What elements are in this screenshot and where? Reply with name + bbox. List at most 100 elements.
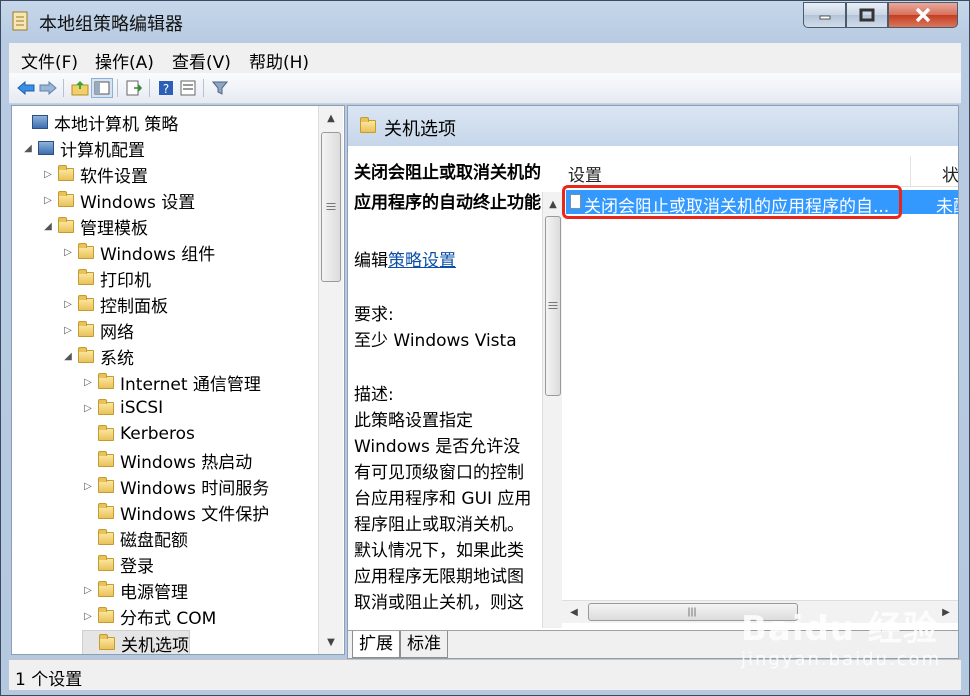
tree-item-label: 管理模板 xyxy=(80,218,148,239)
tree-vertical-scrollbar[interactable]: ▲ ▼ xyxy=(318,106,343,654)
scroll-up-arrow-icon[interactable]: ▲ xyxy=(543,194,562,214)
tree-item[interactable]: ▷ Windows 设置 xyxy=(42,188,196,213)
description-line: 有可见顶级窗口的控制 xyxy=(354,463,524,483)
folder-icon xyxy=(78,268,94,285)
up-folder-button[interactable] xyxy=(69,78,91,98)
collapsed-arrow-icon[interactable]: ▷ xyxy=(82,481,94,492)
tree-item[interactable]: ▷ 控制面板 xyxy=(62,292,168,317)
tree-item[interactable]: 磁盘配额 xyxy=(82,526,188,551)
maximize-button[interactable] xyxy=(846,2,888,28)
tree-item[interactable]: 登录 xyxy=(82,552,154,577)
tree-item[interactable]: ▷ Windows 时间服务 xyxy=(82,474,269,499)
watermark-url: jingyan.baidu.com xyxy=(741,649,942,670)
tree-item[interactable]: ▷ Internet 通信管理 xyxy=(82,370,261,395)
scroll-down-arrow-icon[interactable]: ▼ xyxy=(319,632,343,652)
collapsed-arrow-icon[interactable]: ▷ xyxy=(82,611,94,622)
tree-item[interactable]: ▷ Windows 组件 xyxy=(62,240,216,265)
tree-item-label: Kerberos xyxy=(120,424,195,444)
details-pane: 关机选项 关闭会阻止或取消关机的应用程序的自动终止功能 编辑策略设置 要求: 至… xyxy=(347,105,959,659)
collapsed-arrow-icon[interactable]: ▷ xyxy=(62,299,74,310)
description-line: Windows 是否允许没 xyxy=(354,437,521,457)
column-setting[interactable]: 设置 xyxy=(568,161,602,186)
tree-item[interactable]: ◢ 管理模板 xyxy=(42,214,148,239)
tree-item[interactable]: Windows 热启动 xyxy=(82,448,252,473)
tree-item[interactable]: ▷ 软件设置 xyxy=(42,162,148,187)
menu-view[interactable]: 查看(V) xyxy=(172,48,231,73)
collapsed-arrow-icon[interactable]: ▷ xyxy=(42,195,54,206)
folder-icon xyxy=(98,606,114,623)
close-button[interactable] xyxy=(888,2,958,28)
tree-item[interactable]: ◢ 系统 xyxy=(62,344,134,369)
back-button[interactable] xyxy=(15,78,37,98)
collapsed-arrow-icon[interactable]: ▷ xyxy=(82,377,94,388)
requirement-value: 至少 Windows Vista xyxy=(354,331,517,351)
edit-policy-line: 编辑策略设置 xyxy=(354,248,456,274)
properties-icon xyxy=(180,80,196,96)
grip-icon xyxy=(688,607,698,617)
description-vertical-scrollbar[interactable]: ▲ xyxy=(542,192,562,628)
tree-item[interactable]: ▷ 电源管理 xyxy=(82,578,188,603)
help-button[interactable]: ? xyxy=(155,78,177,98)
tree-item[interactable]: 本地计算机 策略 xyxy=(16,110,178,135)
export-list-button[interactable] xyxy=(123,78,145,98)
collapsed-arrow-icon[interactable]: ▷ xyxy=(62,247,74,258)
tree-item-label: Windows 设置 xyxy=(80,192,196,213)
scroll-up-arrow-icon[interactable]: ▲ xyxy=(319,108,343,128)
scroll-left-arrow-icon[interactable]: ◀ xyxy=(564,602,584,622)
folder-icon xyxy=(98,424,114,441)
table-row-selected[interactable]: 关闭会阻止或取消关机的应用程序的自... 未配 xyxy=(562,185,958,219)
show-hide-tree-button[interactable] xyxy=(91,78,113,98)
menu-bar: 文件(F) 操作(A) 查看(V) 帮助(H) xyxy=(9,43,961,73)
export-list-icon xyxy=(126,80,142,96)
folder-icon xyxy=(78,320,94,337)
tree-item-label: 控制面板 xyxy=(100,296,168,317)
details-header-title: 关机选项 xyxy=(384,119,456,140)
tree-item[interactable]: 关机选项 xyxy=(82,630,190,654)
main-window: 本地组策略编辑器 文件(F) 操作(A) 查看(V) 帮助(H) ? 本地计算机… xyxy=(0,0,970,696)
description-line: 此策略设置指定 xyxy=(354,411,473,431)
expanded-arrow-icon[interactable]: ◢ xyxy=(62,351,74,362)
tree-item[interactable]: 打印机 xyxy=(62,266,151,291)
tree-item[interactable]: ▷ iSCSI xyxy=(82,396,163,420)
forward-button[interactable] xyxy=(37,78,59,98)
menu-file[interactable]: 文件(F) xyxy=(21,48,78,73)
collapsed-arrow-icon[interactable]: ▷ xyxy=(82,585,94,596)
close-icon xyxy=(915,7,931,23)
menu-help[interactable]: 帮助(H) xyxy=(249,48,309,73)
back-icon xyxy=(17,81,35,95)
collapsed-arrow-icon[interactable]: ▷ xyxy=(62,325,74,336)
title-bar[interactable]: 本地组策略编辑器 xyxy=(1,1,969,41)
tree-item-label: iSCSI xyxy=(120,398,164,418)
tab-extended[interactable]: 扩展 xyxy=(352,631,400,658)
tree-item-label: 分布式 COM xyxy=(120,608,217,629)
expanded-arrow-icon[interactable]: ◢ xyxy=(22,143,34,154)
tree-item[interactable]: Kerberos xyxy=(82,422,195,446)
folder-icon xyxy=(78,294,94,311)
tree-scroll-thumb[interactable] xyxy=(321,132,341,282)
filter-button[interactable] xyxy=(209,78,231,98)
toolbar-separator xyxy=(203,79,204,97)
tree-item-label: Internet 通信管理 xyxy=(120,374,261,395)
description-line: 程序阻止或取消关机。 xyxy=(354,515,524,535)
properties-button[interactable] xyxy=(177,78,199,98)
tree-item-label: 系统 xyxy=(100,348,134,369)
tree-item-label: 计算机配置 xyxy=(60,140,145,161)
tree-item[interactable]: Windows 文件保护 xyxy=(82,500,269,525)
toolbar: ? xyxy=(9,73,961,104)
tree-item[interactable]: ▷ 分布式 COM xyxy=(82,604,217,629)
collapsed-arrow-icon[interactable]: ▷ xyxy=(82,403,94,414)
tab-standard[interactable]: 标准 xyxy=(400,631,448,658)
folder-icon xyxy=(98,450,114,467)
column-divider[interactable] xyxy=(910,156,911,186)
tree-item[interactable]: ◢ 计算机配置 xyxy=(22,136,145,161)
description-scroll-thumb[interactable] xyxy=(545,216,561,396)
column-state[interactable]: 状 xyxy=(942,161,958,186)
tree-item[interactable]: ▷ 网络 xyxy=(62,318,134,343)
extended-description-pane: 关闭会阻止或取消关机的应用程序的自动终止功能 编辑策略设置 要求: 至少 Win… xyxy=(348,146,562,630)
policy-settings-link[interactable]: 策略设置 xyxy=(388,251,456,271)
tree-item-label: Windows 组件 xyxy=(100,244,216,265)
expanded-arrow-icon[interactable]: ◢ xyxy=(42,221,54,232)
minimize-button[interactable] xyxy=(803,2,846,28)
collapsed-arrow-icon[interactable]: ▷ xyxy=(42,169,54,180)
menu-action[interactable]: 操作(A) xyxy=(95,48,154,73)
